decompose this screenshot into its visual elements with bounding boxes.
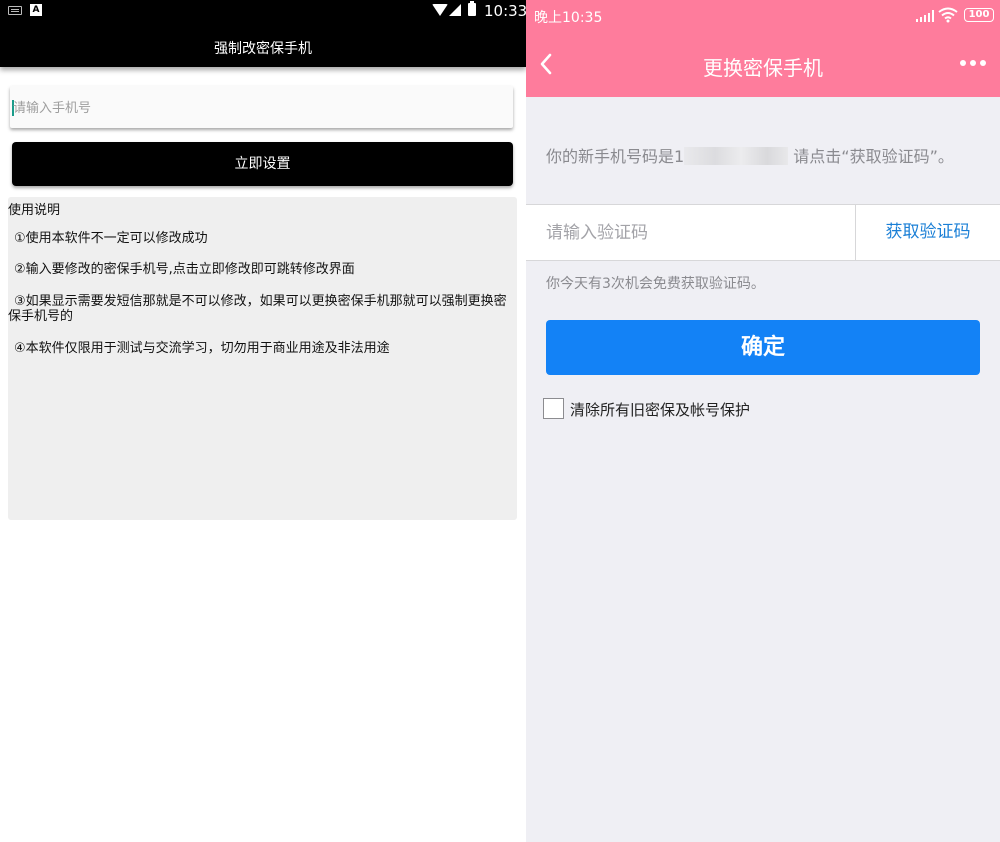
- verification-code-input[interactable]: [546, 221, 846, 245]
- app-title: 强制改密保手机: [214, 41, 312, 57]
- wifi-icon: [432, 4, 448, 16]
- phone-number-input[interactable]: [13, 98, 493, 118]
- new-phone-info: 你的新手机号码是1 请点击“获取验证码”。: [546, 144, 966, 170]
- instruction-item: ②输入要修改的密保手机号,点击立即修改即可跳转修改界面: [14, 262, 355, 277]
- set-now-button[interactable]: 立即设置: [12, 142, 513, 186]
- instructions-title: 使用说明: [8, 203, 61, 218]
- keyboard-icon: [8, 6, 22, 15]
- confirm-button[interactable]: 确定: [546, 320, 980, 375]
- phone-input-card[interactable]: [10, 86, 513, 128]
- masked-phone-number: [684, 147, 789, 165]
- instruction-item: ④本软件仅限用于测试与交流学习，切勿用于商业用途及非法用途: [14, 341, 390, 356]
- split-screenshot: A 10:33 强制改密保手机 立即设置 使用说明 ①使用本软件不一定可以修改成…: [0, 0, 1000, 842]
- left-app-bar: 强制改密保手机: [0, 24, 526, 67]
- cell-signal-icon: [916, 10, 934, 22]
- cell-signal-icon: [449, 4, 461, 16]
- instructions-panel: 使用说明 ①使用本软件不一定可以修改成功 ②输入要修改的密保手机号,点击立即修改…: [8, 197, 517, 520]
- status-time: 10:33: [484, 2, 528, 20]
- wifi-icon: [938, 7, 958, 23]
- right-app-screen: 晚上10:35 100 更换密保手机 你的新手机号码是1 请点击“获取验证码”。…: [526, 0, 1000, 842]
- get-code-button[interactable]: 获取验证码: [856, 205, 1000, 260]
- page-title: 更换密保手机: [703, 56, 823, 80]
- verification-code-row: 获取验证码: [526, 204, 1000, 261]
- right-header: 晚上10:35 100 更换密保手机: [526, 0, 1000, 97]
- more-options-icon[interactable]: [958, 60, 988, 70]
- free-code-tip: 你今天有3次机会免费获取验证码。: [546, 276, 765, 292]
- a-notification-icon: A: [30, 4, 42, 16]
- left-status-bar: A 10:33: [0, 0, 528, 24]
- instruction-item: ③如果显示需要发短信那就是不可以修改，如果可以更换密保手机那就可以强制更换密保手…: [8, 294, 507, 324]
- info-suffix: 请点击“获取验证码”。: [788, 147, 954, 166]
- left-app-screen: A 10:33 强制改密保手机 立即设置 使用说明 ①使用本软件不一定可以修改成…: [0, 0, 528, 842]
- battery-icon: [468, 1, 476, 16]
- clear-protection-label[interactable]: 清除所有旧密保及帐号保护: [570, 399, 750, 420]
- instruction-item: ①使用本软件不一定可以修改成功: [14, 231, 208, 246]
- clear-protection-checkbox[interactable]: [543, 398, 564, 419]
- battery-level: 100: [964, 8, 994, 22]
- status-time: 晚上10:35: [534, 10, 603, 26]
- info-prefix: 你的新手机号码是1: [546, 147, 685, 166]
